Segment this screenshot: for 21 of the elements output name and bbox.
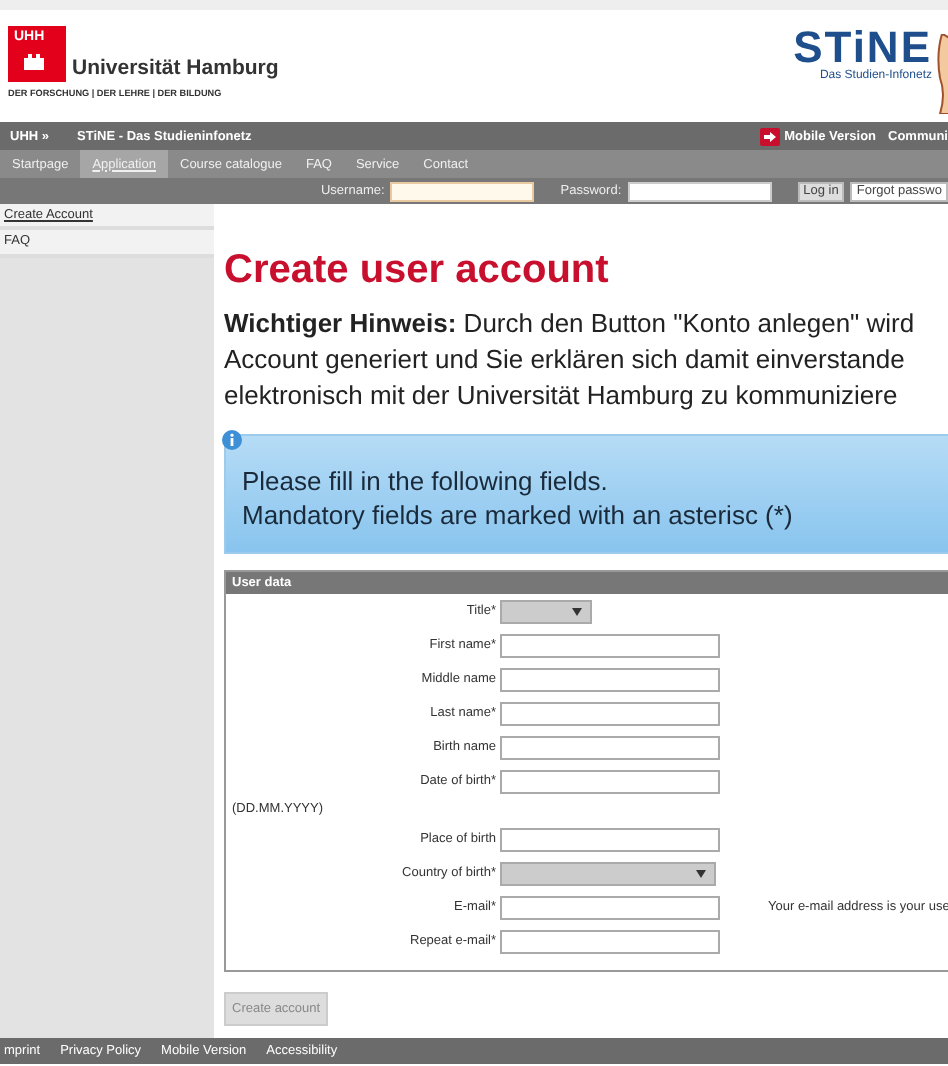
password-field[interactable] [627, 181, 772, 201]
input-field[interactable] [500, 736, 720, 761]
info-text: Please fill in the following fields. Mandatory fields are marked with an asterisc (*) [242, 464, 795, 532]
info-icon [222, 430, 242, 450]
username-field[interactable] [390, 181, 535, 201]
input-field[interactable] [500, 770, 720, 795]
dropdown[interactable] [500, 861, 716, 886]
input-field[interactable] [500, 668, 720, 693]
input-field[interactable] [500, 702, 720, 727]
input-field[interactable] [500, 895, 720, 920]
university-name: Universität Hamburg [72, 56, 279, 80]
caret-icon [572, 608, 582, 617]
caret-icon [696, 869, 706, 878]
arrow-icon [760, 127, 781, 145]
notice-text: Wichtiger Hinweis: Durch den Button "Konto anlegen" wird Account generiert und Sie erklären sich damit einverstande elektronisch mit der Universität Hamburg zu kommuniziere [224, 306, 917, 414]
input-field[interactable] [500, 827, 720, 852]
input-field[interactable] [500, 929, 720, 954]
dropdown[interactable] [500, 600, 592, 625]
input-field[interactable] [500, 634, 720, 659]
portal-logo: STiNE [793, 26, 932, 70]
page-title: Create user account [224, 248, 611, 294]
